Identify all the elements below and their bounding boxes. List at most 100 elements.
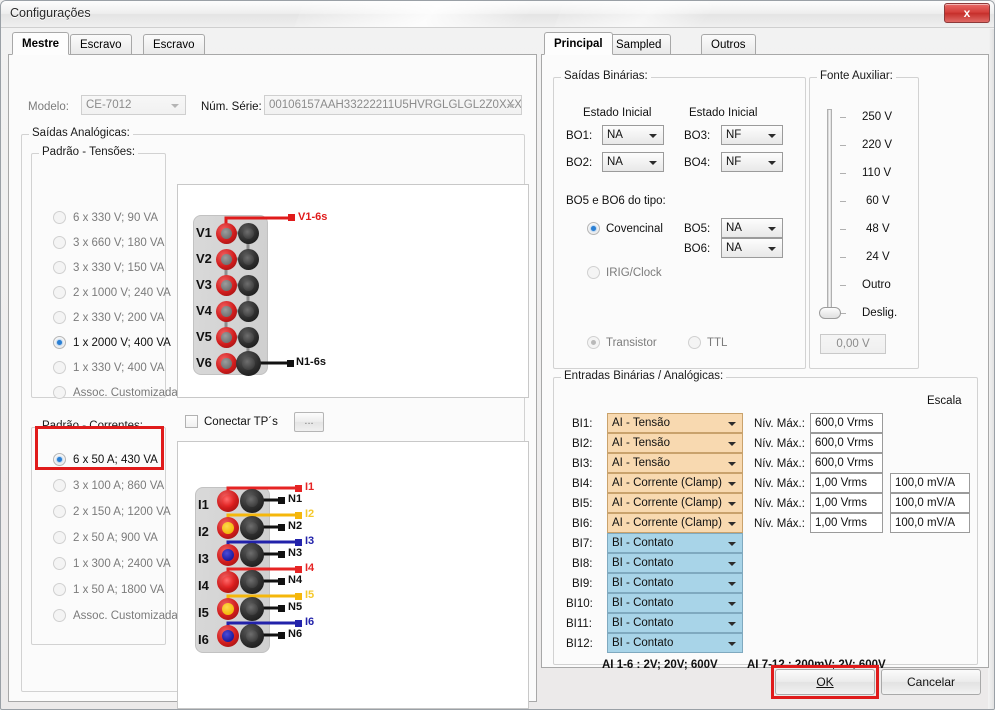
current-jack-n6-core xyxy=(246,630,258,642)
radio-bo56-convencional[interactable] xyxy=(587,222,600,235)
bi5-escala-value[interactable]: 100,0 mV/A xyxy=(890,493,970,513)
radio-bo56-irig-clock[interactable] xyxy=(587,266,600,279)
serial-label: Núm. Série: xyxy=(201,101,262,113)
bi6-type-select[interactable]: AI - Corrente (Clamp) xyxy=(607,513,743,533)
bi4-type-select[interactable]: AI - Corrente (Clamp) xyxy=(607,473,743,493)
radio-output-transistor[interactable] xyxy=(587,336,600,349)
connect-tp-browse-button[interactable]: ... xyxy=(294,412,324,432)
bo1-select[interactable]: NA xyxy=(602,125,664,145)
bi2-nivmax-value[interactable]: 600,0 Vrms xyxy=(810,433,883,453)
ok-button[interactable]: OK xyxy=(775,669,875,695)
bi11-type-select[interactable]: BI - Contato xyxy=(607,613,743,633)
bi6-escala-value[interactable]: 100,0 mV/A xyxy=(890,513,970,533)
aux-tick-3 xyxy=(840,201,846,202)
radio-current-6[interactable] xyxy=(53,609,66,622)
current-terminal-n6 xyxy=(278,632,285,639)
cancel-button[interactable]: Cancelar xyxy=(881,669,981,695)
current-jack-3-core xyxy=(222,549,234,561)
bi4-nivmax-value[interactable]: 1,00 Vrms xyxy=(810,473,883,493)
bi11-label: BI11: xyxy=(566,618,592,630)
current-jack-5-core xyxy=(222,603,234,615)
bi3-nivmax-value[interactable]: 600,0 Vrms xyxy=(810,453,883,473)
aux-slider-track[interactable] xyxy=(827,109,832,315)
bi3-type-value: AI - Tensão xyxy=(612,457,670,469)
radio-current-4[interactable] xyxy=(53,557,66,570)
bi7-type-select[interactable]: BI - Contato xyxy=(607,533,743,553)
voltage-option-label-5: 1 x 2000 V; 400 VA xyxy=(73,337,171,349)
right-pane: Principal Sampled Value Outros Saídas Bi… xyxy=(541,32,989,702)
tab-principal[interactable]: Principal xyxy=(544,32,613,55)
radio-voltage-7[interactable] xyxy=(53,386,66,399)
voltage-option-label-7: Assoc. Customizada xyxy=(73,387,178,399)
connect-tp-checkbox[interactable] xyxy=(185,415,198,428)
radio-current-1[interactable] xyxy=(53,479,66,492)
current-neutral-label-6: N6 xyxy=(288,628,303,640)
radio-voltage-1[interactable] xyxy=(53,236,66,249)
radio-current-2[interactable] xyxy=(53,505,66,518)
bi10-type-select[interactable]: BI - Contato xyxy=(607,593,743,613)
bi5-type-value: AI - Corrente (Clamp) xyxy=(612,497,722,509)
bi12-type-select[interactable]: BI - Contato xyxy=(607,633,743,653)
bi8-type-value: BI - Contato xyxy=(612,557,674,569)
radio-current-3[interactable] xyxy=(53,531,66,544)
bo3-select[interactable]: NF xyxy=(721,125,783,145)
bo6-select[interactable]: NA xyxy=(721,238,783,258)
model-select[interactable]: CE-7012 xyxy=(81,95,186,115)
close-icon[interactable]: x xyxy=(944,3,990,23)
bi2-label: BI2: xyxy=(572,438,593,450)
tab-escravo-2[interactable]: Escravo 2 xyxy=(143,34,205,67)
bo2-select[interactable]: NA xyxy=(602,152,664,172)
radio-voltage-2[interactable] xyxy=(53,261,66,274)
bi5-nivmax-value[interactable]: 1,00 Vrms xyxy=(810,493,883,513)
voltage-jack-black-2-inner xyxy=(243,254,254,265)
principal-tab-panel: Saídas Binárias: Estado Inicial Estado I… xyxy=(541,54,989,671)
serial-select[interactable]: 00106157AAH33222211U5HVRGLGLGL2Z0XXX xyxy=(264,95,522,115)
bi10-label: BI10: xyxy=(566,598,593,610)
bi5-label: BI5: xyxy=(572,498,593,510)
bi3-type-select[interactable]: AI - Tensão xyxy=(607,453,743,473)
bi1-type-select[interactable]: AI - Tensão xyxy=(607,413,743,433)
radio-output-ttl[interactable] xyxy=(688,336,701,349)
bo2-label: BO2: xyxy=(566,157,593,169)
voltage-standard-label: Padrão - Tensões: xyxy=(39,146,139,158)
current-neutral-label-5: N5 xyxy=(288,601,303,613)
current-hot-label-6: I6 xyxy=(305,616,315,628)
current-diagram-panel: I1 I2 I3 I4 I5 I6 I1 I2 I3 I4 I5 I6 N1 N… xyxy=(177,441,529,709)
radio-voltage-0[interactable] xyxy=(53,211,66,224)
radio-voltage-5[interactable] xyxy=(53,336,66,349)
current-jack-n5-core xyxy=(246,603,258,615)
bi2-type-select[interactable]: AI - Tensão xyxy=(607,433,743,453)
bo4-select[interactable]: NF xyxy=(721,152,783,172)
serial-value: 00106157AAH33222211U5HVRGLGLGL2Z0XXX xyxy=(269,99,522,111)
title-bar: Configurações x xyxy=(1,1,994,28)
tab-mestre[interactable]: Mestre xyxy=(12,32,70,55)
bi4-escala-value[interactable]: 100,0 mV/A xyxy=(890,473,970,493)
radio-voltage-6[interactable] xyxy=(53,361,66,374)
tab-sampled-value[interactable]: Sampled Value xyxy=(606,34,672,67)
bi8-type-select[interactable]: BI - Contato xyxy=(607,553,743,573)
voltage-diagram-panel: V1 V2 V3 V4 V5 V6 V1-6s N1-6s xyxy=(177,184,529,398)
tab-escravo-1[interactable]: Escravo 1 xyxy=(70,34,132,67)
bi6-nivmax-value[interactable]: 1,00 Vrms xyxy=(810,513,883,533)
tab-outros[interactable]: Outros xyxy=(701,34,756,54)
chevron-down-icon xyxy=(724,474,740,492)
radio-voltage-3[interactable] xyxy=(53,286,66,299)
bi5-type-select[interactable]: AI - Corrente (Clamp) xyxy=(607,493,743,513)
chevron-down-icon xyxy=(167,96,183,114)
voltage-terminal-n16s xyxy=(287,360,294,367)
current-standard-label: Padrão - Correntes: xyxy=(39,420,146,432)
bi1-nivmax-value[interactable]: 600,0 Vrms xyxy=(810,413,883,433)
bi9-label: BI9: xyxy=(572,578,593,590)
bi9-type-select[interactable]: BI - Contato xyxy=(607,573,743,593)
radio-current-5[interactable] xyxy=(53,583,66,596)
radio-current-0[interactable] xyxy=(53,453,66,466)
bo5-select[interactable]: NA xyxy=(721,218,783,238)
bo3-label: BO3: xyxy=(684,130,711,142)
aux-slider-thumb[interactable] xyxy=(819,307,841,319)
radio-voltage-4[interactable] xyxy=(53,311,66,324)
estado-inicial-right-header: Estado Inicial xyxy=(689,107,758,119)
ok-label: OK xyxy=(816,675,834,689)
voltage-jack-black-5-inner xyxy=(243,332,254,343)
voltage-option-label-0: 6 x 330 V; 90 VA xyxy=(73,212,159,224)
chevron-down-icon xyxy=(764,126,780,144)
